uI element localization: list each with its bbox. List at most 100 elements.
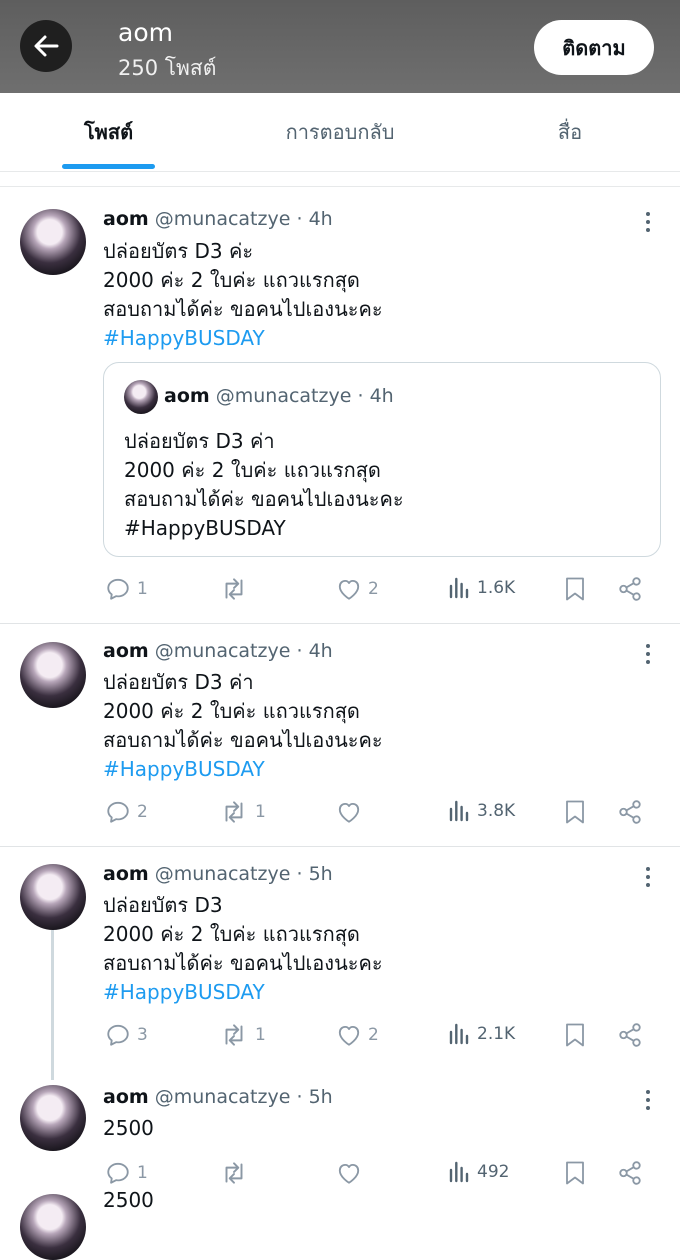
- like-icon: [338, 802, 360, 823]
- avatar[interactable]: [20, 1194, 86, 1260]
- share-icon: [619, 577, 641, 601]
- bookmark-button[interactable]: [563, 799, 587, 825]
- like-button[interactable]: 2: [336, 576, 379, 602]
- tweet[interactable]: aom @munacatzye · 4h ปล่อยบัตร D3 ค่า 20…: [0, 624, 680, 847]
- bookmark-icon: [566, 577, 584, 601]
- repost-button[interactable]: 1: [219, 1022, 266, 1048]
- author-handle[interactable]: @munacatzye: [155, 1086, 291, 1108]
- repost-button[interactable]: [219, 1160, 255, 1186]
- author-name[interactable]: aom: [103, 863, 149, 885]
- like-icon: [338, 579, 360, 600]
- bookmark-button[interactable]: [563, 1022, 587, 1048]
- reply-icon: [107, 801, 129, 823]
- share-button[interactable]: [617, 576, 643, 602]
- views-icon: [449, 800, 469, 822]
- hashtag-link[interactable]: #HappyBUSDAY: [103, 324, 383, 353]
- author-name[interactable]: aom: [103, 1086, 149, 1108]
- timestamp[interactable]: 5h: [309, 1086, 333, 1108]
- views-button[interactable]: 3.8K: [447, 799, 515, 823]
- quote-avatar: [124, 380, 158, 414]
- quoted-tweet[interactable]: aom @munacatzye · 4h ปล่อยบัตร D3 ค่า 20…: [103, 362, 661, 557]
- tab-divider: [0, 172, 680, 187]
- bookmark-button[interactable]: [563, 576, 587, 602]
- reply-icon: [107, 578, 129, 600]
- avatar[interactable]: [20, 209, 86, 275]
- tweet[interactable]: aom @munacatzye · 5h 2500 1 492 2500: [0, 1072, 680, 1260]
- profile-tabs: โพสต์ การตอบกลับ สื่อ: [0, 93, 680, 172]
- like-button[interactable]: [336, 799, 368, 825]
- hashtag-link[interactable]: #HappyBUSDAY: [103, 978, 383, 1007]
- tweet-meta: aom @munacatzye · 4h: [103, 208, 333, 230]
- tweet[interactable]: aom @munacatzye · 5h ปล่อยบัตร D3 2000 ค…: [0, 847, 680, 1072]
- views-button[interactable]: 1.6K: [447, 576, 515, 600]
- timestamp[interactable]: 4h: [309, 640, 333, 662]
- repost-button[interactable]: [219, 576, 255, 602]
- bookmark-icon: [566, 1161, 584, 1185]
- follow-button[interactable]: ติดตาม: [534, 20, 654, 75]
- tweet[interactable]: aom @munacatzye · 4h ปล่อยบัตร D3 ค่ะ 20…: [0, 187, 680, 624]
- repost-button[interactable]: 1: [219, 799, 266, 825]
- repost-icon: [225, 1024, 243, 1046]
- repost-icon: [225, 578, 243, 600]
- tab-posts[interactable]: โพสต์: [0, 93, 217, 171]
- quote-line: 2000 ค่ะ 2 ใบค่ะ แถวแรกสุด: [124, 458, 381, 482]
- avatar[interactable]: [20, 642, 86, 708]
- author-name[interactable]: aom: [103, 640, 149, 662]
- tweet-line: สอบถามได้ค่ะ ขอคนไปเองนะคะ: [103, 951, 383, 975]
- reply-button[interactable]: 2: [105, 799, 148, 825]
- views-count: 1.6K: [477, 578, 516, 598]
- views-button[interactable]: 492: [447, 1160, 509, 1184]
- views-icon: [449, 577, 469, 599]
- views-icon: [449, 1023, 469, 1045]
- tweet-actions: 2 1 3.8K: [0, 799, 680, 829]
- reply-button[interactable]: 3: [105, 1022, 148, 1048]
- more-icon[interactable]: [636, 642, 660, 666]
- quote-timestamp: 4h: [369, 385, 394, 407]
- share-icon: [619, 800, 641, 824]
- share-button[interactable]: [617, 799, 643, 825]
- reply-icon: [107, 1024, 129, 1046]
- author-handle[interactable]: @munacatzye: [155, 640, 291, 662]
- like-button[interactable]: [336, 1160, 368, 1186]
- timestamp[interactable]: 4h: [309, 208, 333, 230]
- views-button[interactable]: 2.1K: [447, 1022, 515, 1046]
- reply-button[interactable]: 1: [105, 1160, 148, 1186]
- quote-author-name: aom: [164, 385, 210, 407]
- bookmark-button[interactable]: [563, 1160, 587, 1186]
- repost-count: 1: [255, 1025, 266, 1045]
- like-button[interactable]: 2: [336, 1022, 379, 1048]
- quote-meta-separator: ·: [357, 385, 364, 407]
- share-button[interactable]: [617, 1022, 643, 1048]
- author-handle[interactable]: @munacatzye: [155, 863, 291, 885]
- tab-media[interactable]: สื่อ: [460, 93, 680, 171]
- tweet-actions: 3 1 2 2.1K: [0, 1022, 680, 1052]
- avatar[interactable]: [20, 864, 86, 930]
- quote-line: #HappyBUSDAY: [124, 516, 286, 540]
- tweet-meta: aom @munacatzye · 5h: [103, 1086, 333, 1108]
- tab-replies[interactable]: การตอบกลับ: [230, 93, 450, 171]
- meta-separator: ·: [296, 863, 303, 885]
- hashtag-link[interactable]: #HappyBUSDAY: [103, 755, 383, 784]
- share-icon: [619, 1023, 641, 1047]
- reply-count: 3: [137, 1025, 148, 1045]
- author-name[interactable]: aom: [103, 208, 149, 230]
- more-icon[interactable]: [636, 210, 660, 234]
- timestamp[interactable]: 5h: [309, 863, 333, 885]
- tweet-actions: 1 492: [0, 1160, 680, 1190]
- more-icon[interactable]: [636, 865, 660, 889]
- more-icon[interactable]: [636, 1088, 660, 1112]
- reply-button[interactable]: 1: [105, 576, 148, 602]
- quote-meta: aom @munacatzye · 4h: [164, 385, 394, 407]
- back-button[interactable]: [20, 20, 72, 72]
- avatar[interactable]: [20, 1085, 86, 1151]
- tweet-line: ปล่อยบัตร D3 ค่า: [103, 670, 254, 694]
- views-count: 2.1K: [477, 1024, 516, 1044]
- repost-count: 1: [255, 802, 266, 822]
- views-icon: [449, 1161, 469, 1183]
- bookmark-icon: [566, 800, 584, 824]
- author-handle[interactable]: @munacatzye: [155, 208, 291, 230]
- partial-tweet-text: 2500: [103, 1188, 154, 1212]
- tweet-line: 2000 ค่ะ 2 ใบค่ะ แถวแรกสุด: [103, 268, 360, 292]
- share-button[interactable]: [617, 1160, 643, 1186]
- quote-line: ปล่อยบัตร D3 ค่า: [124, 429, 275, 453]
